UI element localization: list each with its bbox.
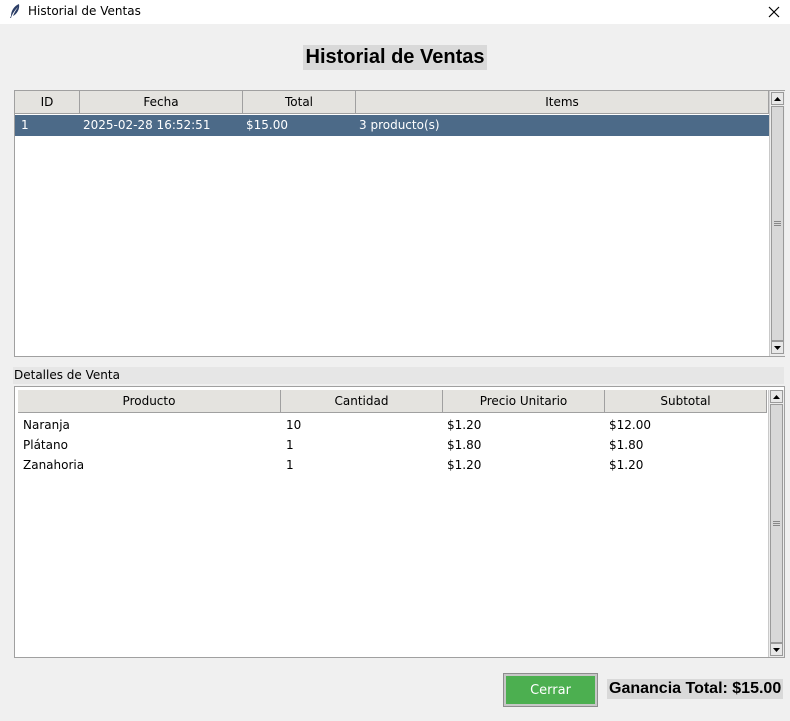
cell-cantidad: 1	[286, 458, 294, 472]
column-header-producto[interactable]: Producto	[18, 390, 281, 413]
window-title: Historial de Ventas	[28, 4, 141, 18]
column-header-precio-unitario[interactable]: Precio Unitario	[443, 390, 605, 413]
grip-icon	[774, 221, 781, 226]
column-header-items[interactable]: Items	[356, 91, 769, 114]
heading-container: Historial de Ventas	[0, 45, 790, 70]
cell-precio: $1.20	[447, 418, 482, 432]
cell-subtotal: $1.80	[609, 438, 644, 452]
window-titlebar: Historial de Ventas	[0, 0, 790, 24]
column-header-id[interactable]: ID	[15, 91, 80, 114]
close-icon[interactable]	[758, 0, 790, 24]
table-row[interactable]: Naranja 10 $1.20 $12.00	[18, 415, 767, 435]
cell-producto: Zanahoria	[23, 458, 85, 472]
table-row[interactable]: 1 2025-02-28 16:52:51 $15.00 3 producto(…	[15, 115, 769, 136]
column-header-cantidad[interactable]: Cantidad	[281, 390, 443, 413]
column-header-total[interactable]: Total	[243, 91, 356, 114]
arrow-down-icon[interactable]	[771, 341, 784, 354]
cell-total: $15.00	[246, 118, 288, 132]
column-header-subtotal[interactable]: Subtotal	[605, 390, 767, 413]
cell-producto: Naranja	[23, 418, 70, 432]
cell-precio: $1.80	[447, 438, 482, 452]
close-button[interactable]: Cerrar	[503, 673, 598, 707]
arrow-down-icon[interactable]	[770, 643, 783, 656]
scrollbar-thumb[interactable]	[771, 106, 784, 341]
table-row[interactable]: Zanahoria 1 $1.20 $1.20	[18, 455, 767, 475]
sales-table[interactable]: ID Fecha Total Items 1 2025-02-28 16:52:…	[14, 90, 785, 357]
grip-icon	[773, 521, 780, 526]
column-header-fecha[interactable]: Fecha	[80, 91, 243, 114]
cell-cantidad: 1	[286, 438, 294, 452]
details-table[interactable]: Producto Cantidad Precio Unitario Subtot…	[14, 386, 785, 658]
page-title: Historial de Ventas	[302, 45, 488, 70]
details-section-label: Detalles de Venta	[13, 367, 784, 384]
table-row[interactable]: Plátano 1 $1.80 $1.80	[18, 435, 767, 455]
cell-subtotal: $1.20	[609, 458, 644, 472]
total-earnings-label: Ganancia Total: $15.00	[607, 679, 784, 699]
arrow-up-icon[interactable]	[771, 92, 784, 105]
scrollbar-thumb[interactable]	[770, 404, 783, 643]
arrow-up-icon[interactable]	[770, 390, 783, 403]
cell-subtotal: $12.00	[609, 418, 651, 432]
feather-icon	[8, 3, 22, 19]
cell-producto: Plátano	[23, 438, 68, 452]
cell-fecha: 2025-02-28 16:52:51	[83, 118, 211, 132]
cell-id: 1	[21, 118, 29, 132]
cell-cantidad: 10	[286, 418, 302, 432]
vertical-scrollbar[interactable]	[768, 390, 784, 657]
cell-precio: $1.20	[447, 458, 482, 472]
vertical-scrollbar[interactable]	[769, 91, 785, 356]
cell-items: 3 producto(s)	[359, 118, 440, 132]
